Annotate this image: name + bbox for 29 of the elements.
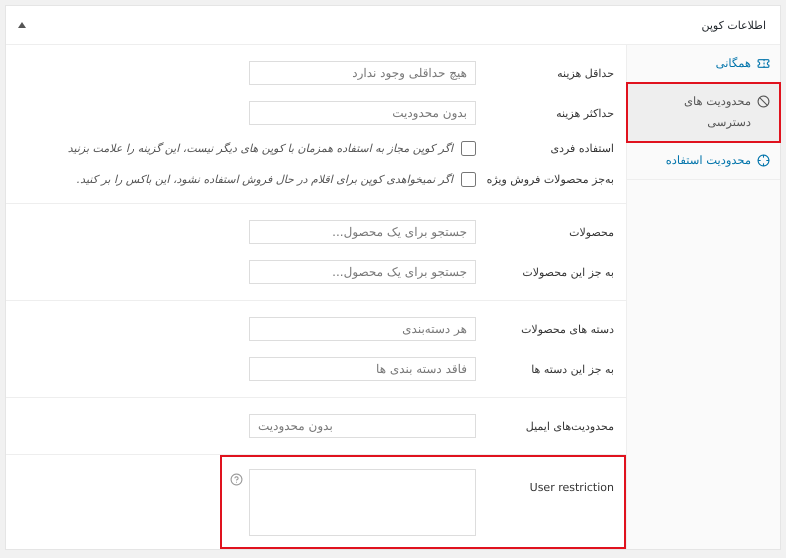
field-label: User restriction xyxy=(528,480,615,494)
text-field[interactable]: بدون محدودیت xyxy=(249,414,476,438)
sidebar-tab[interactable]: محدودیت استفاده xyxy=(627,142,780,180)
field-label: به جز این دسته ها xyxy=(530,362,615,376)
checkbox-description: اگر کوپن مجاز به استفاده همزمان با کوپن های دیگر نیست، این گزینه را علامت بزنید xyxy=(68,142,453,155)
tab-label: همگانی xyxy=(716,55,751,72)
field-label: محصولات xyxy=(568,226,615,238)
collapse-caret-icon[interactable] xyxy=(18,22,26,28)
text-field[interactable]: جستجو برای یک محصول... xyxy=(249,220,476,244)
text-field[interactable]: هر دسته‌بندی xyxy=(249,317,476,341)
checkbox-description: اگر نمیخواهدی کوپن برای اقلام در حال فروش استفاده نشود، این باکس را بر کنید. xyxy=(76,173,453,186)
field-label: دسته های محصولات xyxy=(520,322,615,336)
sidebar-tab[interactable]: محدودیت های دسترسی xyxy=(627,83,780,142)
text-field[interactable]: جستجو برای یک محصول... xyxy=(249,260,476,284)
field-label: استفاده فردی xyxy=(549,142,615,155)
help-icon[interactable] xyxy=(230,473,243,486)
checkbox[interactable] xyxy=(461,141,476,156)
checkbox[interactable] xyxy=(461,172,476,187)
field-label: حداقل هزینه xyxy=(556,66,615,80)
field-label: حداکثر هزینه xyxy=(555,106,615,120)
field-label: به‌جز محصولات فروش ویژه xyxy=(486,173,615,186)
panel-title: اطلاعات کوپن xyxy=(702,18,766,32)
text-field[interactable]: فاقد دسته بندی ها xyxy=(249,357,476,381)
text-field[interactable]: هیچ حداقلی وجود ندارد xyxy=(249,61,476,85)
field-label: محدودیت‌های ایمیل xyxy=(524,420,615,432)
text-field[interactable]: بدون محدودیت xyxy=(249,101,476,125)
tab-label: محدودیت های دسترسی xyxy=(682,93,751,131)
field-label: به جز این محصولات xyxy=(521,266,615,278)
tab-label: محدودیت استفاده xyxy=(666,152,751,169)
